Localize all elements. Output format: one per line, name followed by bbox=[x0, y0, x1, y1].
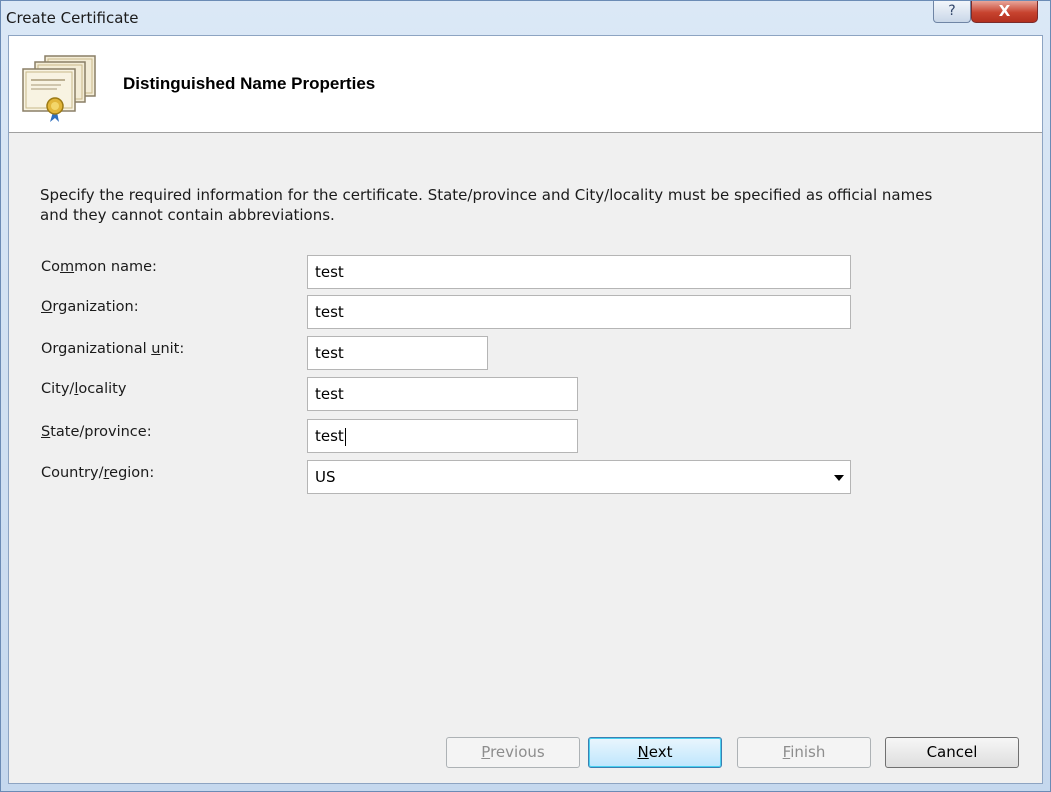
cancel-button[interactable]: Cancel bbox=[885, 737, 1019, 768]
certificate-icon bbox=[22, 55, 96, 122]
button-label: inish bbox=[790, 743, 826, 761]
access-key: m bbox=[60, 259, 75, 275]
access-key: P bbox=[481, 743, 491, 761]
label-text: tate/province: bbox=[50, 424, 152, 440]
help-button[interactable]: ? bbox=[933, 1, 971, 23]
organization-label: Organization: bbox=[41, 299, 139, 315]
state-province-input[interactable]: test bbox=[307, 419, 578, 453]
title-bar[interactable]: Create Certificate ? X bbox=[1, 1, 1050, 35]
city-locality-label: City/locality bbox=[41, 381, 126, 397]
organizational-unit-label: Organizational unit: bbox=[41, 341, 184, 357]
label-text: Co bbox=[41, 259, 60, 275]
city-locality-input[interactable]: test bbox=[307, 377, 578, 411]
label-text: Country/ bbox=[41, 465, 104, 481]
finish-button[interactable]: Finish bbox=[737, 737, 871, 768]
country-region-label: Country/region: bbox=[41, 465, 154, 481]
previous-button[interactable]: Previous bbox=[446, 737, 580, 768]
label-text: egion: bbox=[109, 465, 155, 481]
page-title: Distinguished Name Properties bbox=[123, 74, 376, 93]
common-name-label: Common name: bbox=[41, 259, 157, 275]
access-key: N bbox=[637, 743, 649, 761]
label-text: nit: bbox=[160, 341, 185, 357]
label-text: ocality bbox=[78, 381, 127, 397]
wizard-header: Distinguished Name Properties bbox=[9, 36, 1042, 133]
chevron-down-icon[interactable] bbox=[834, 475, 844, 481]
label-text: City/ bbox=[41, 381, 75, 397]
country-region-dropdown[interactable]: US bbox=[307, 460, 851, 494]
create-certificate-window: Create Certificate ? X Distinguished Nam… bbox=[0, 0, 1051, 792]
dialog-client-area: Distinguished Name Properties Specify th… bbox=[8, 35, 1043, 784]
text-cursor bbox=[344, 427, 346, 446]
label-text: mon name: bbox=[74, 259, 157, 275]
organization-input[interactable]: test bbox=[307, 295, 851, 329]
label-text: Organizational bbox=[41, 341, 152, 357]
button-label: ext bbox=[648, 743, 673, 761]
label-text: rganization: bbox=[52, 299, 139, 315]
access-key: O bbox=[41, 299, 53, 315]
state-province-label: State/province: bbox=[41, 424, 152, 440]
button-label: revious bbox=[490, 743, 545, 761]
next-button[interactable]: Next bbox=[588, 737, 722, 768]
country-region-value: US bbox=[315, 468, 336, 486]
organizational-unit-input[interactable]: test bbox=[307, 336, 488, 370]
state-province-value: test bbox=[315, 427, 344, 445]
common-name-input[interactable]: test bbox=[307, 255, 851, 289]
window-title: Create Certificate bbox=[6, 9, 139, 27]
close-button[interactable]: X bbox=[971, 1, 1038, 23]
access-key: S bbox=[41, 424, 51, 440]
instructions-text: Specify the required information for the… bbox=[40, 186, 933, 224]
